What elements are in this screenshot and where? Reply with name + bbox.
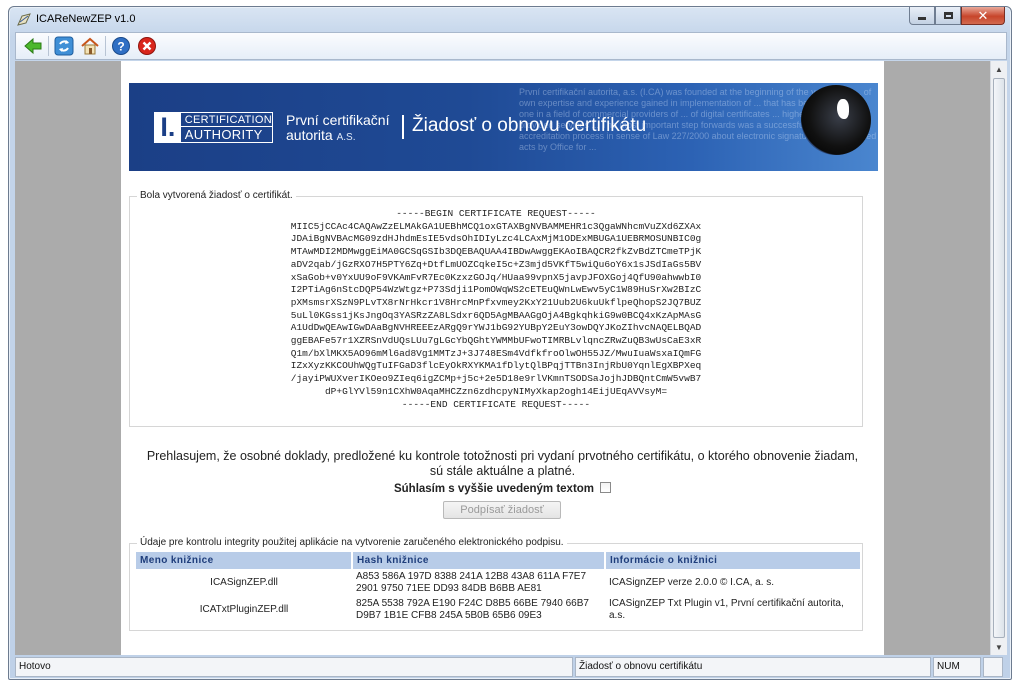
table-row: ICASignZEP.dll A853 586A 197D 8388 241A … [136,569,861,596]
request-fieldset: Bola vytvorená žiadosť o certifikát. ---… [129,190,863,427]
certificate-request-text: -----BEGIN CERTIFICATE REQUEST----- MIIC… [290,208,702,410]
status-left: Hotovo [15,657,573,677]
company-suffix: A.S. [336,132,356,143]
arrow-left-icon [24,37,42,55]
minimize-icon [918,16,926,20]
banner-divider [402,115,404,139]
integrity-legend: Údaje pre kontrolu integrity použitej ap… [137,537,567,548]
resize-grip[interactable] [983,657,1003,677]
agree-checkbox[interactable] [600,482,612,493]
maximize-icon [943,12,953,19]
home-button[interactable] [79,35,101,57]
library-info: ICASignZEP verze 2.0.0 © I.CA, a. s. [609,576,775,588]
library-name: ICATxtPluginZEP.dll [199,603,289,615]
column-header-hash: Hash knižnice [352,552,606,569]
eye-graphic [801,85,871,155]
status-bar: Hotovo Žiadosť o obnovu certifikátu NUM [15,657,1007,677]
home-icon [81,37,99,55]
app-icon [17,13,31,26]
scroll-down-icon[interactable]: ▼ [991,639,1007,655]
page-title: Žiadosť o obnovu certifikátu [412,115,647,136]
svg-text:?: ? [117,40,124,54]
window-controls: ✕ [909,7,1005,25]
close-icon: ✕ [977,8,989,23]
column-header-info: Informácie o knižnici [605,552,862,569]
agree-row: Súhlasím s vyššie uvedeným textom [121,482,884,495]
maximize-button[interactable] [935,7,961,25]
logo-top-text: CERTIFICATION [180,113,272,127]
eye-glint [837,99,849,119]
column-header-name: Meno knižnice [136,552,353,569]
help-icon: ? [112,37,130,55]
vertical-scrollbar[interactable]: ▲ ▼ [990,61,1007,655]
status-num: NUM [933,657,981,677]
toolbar: ? [15,32,1007,60]
logo-bottom-text: AUTHORITY [184,127,263,142]
refresh-icon [54,36,74,56]
browser-content: První certifikační autorita, a.s. (I.CA)… [15,61,990,655]
title-bar[interactable]: ICAReNewZEP v1.0 ✕ [9,7,1011,31]
library-info: ICASignZEP Txt Plugin v1, První certifik… [609,598,844,621]
company-line2: autorita [286,127,333,143]
status-middle: Žiadosť o obnovu certifikátu [575,657,931,677]
close-window-button[interactable]: ✕ [961,7,1005,25]
refresh-button[interactable] [53,35,75,57]
window-title: ICAReNewZEP v1.0 [36,13,136,25]
back-button[interactable] [22,35,44,57]
app-window: ICAReNewZEP v1.0 ✕ ? První certifikační … [8,6,1012,680]
table-header-row: Meno knižnice Hash knižnice Informácie o… [136,552,862,569]
toolbar-separator [48,36,49,56]
declaration-text: Prehlasujem, že osobné doklady, predlože… [146,449,859,478]
page: První certifikační autorita, a.s. (I.CA)… [121,61,884,655]
stop-icon [138,37,156,55]
header-banner: První certifikační autorita, a.s. (I.CA)… [129,83,878,171]
ca-logo: I. CERTIFICATION AUTHORITY [154,112,273,143]
library-name: ICASignZEP.dll [210,576,278,588]
minimize-button[interactable] [909,7,935,25]
table-row: ICATxtPluginZEP.dll 825A 5538 792A E190 … [136,596,861,623]
agree-label: Súhlasím s vyššie uvedeným textom [393,483,595,495]
library-table: Meno knižnice Hash knižnice Informácie o… [136,552,862,623]
library-hash: 825A 5538 792A E190 F24C D8B5 66BE 7940 … [356,598,589,621]
scroll-up-icon[interactable]: ▲ [991,61,1007,77]
logo-mark: I. [155,112,181,142]
stop-button[interactable] [136,35,158,57]
toolbar-separator [105,36,106,56]
scroll-thumb[interactable] [993,78,1005,638]
help-button[interactable]: ? [110,35,132,57]
library-hash: A853 586A 197D 8388 241A 12B8 43A8 611A … [356,571,587,594]
integrity-fieldset: Údaje pre kontrolu integrity použitej ap… [129,537,863,631]
sign-request-button[interactable]: Podpísať žiadosť [443,501,561,519]
company-line1: První certifikační [286,112,390,128]
company-name: První certifikační autorita A.S. [286,113,389,145]
request-legend: Bola vytvorená žiadosť o certifikát. [137,190,296,201]
